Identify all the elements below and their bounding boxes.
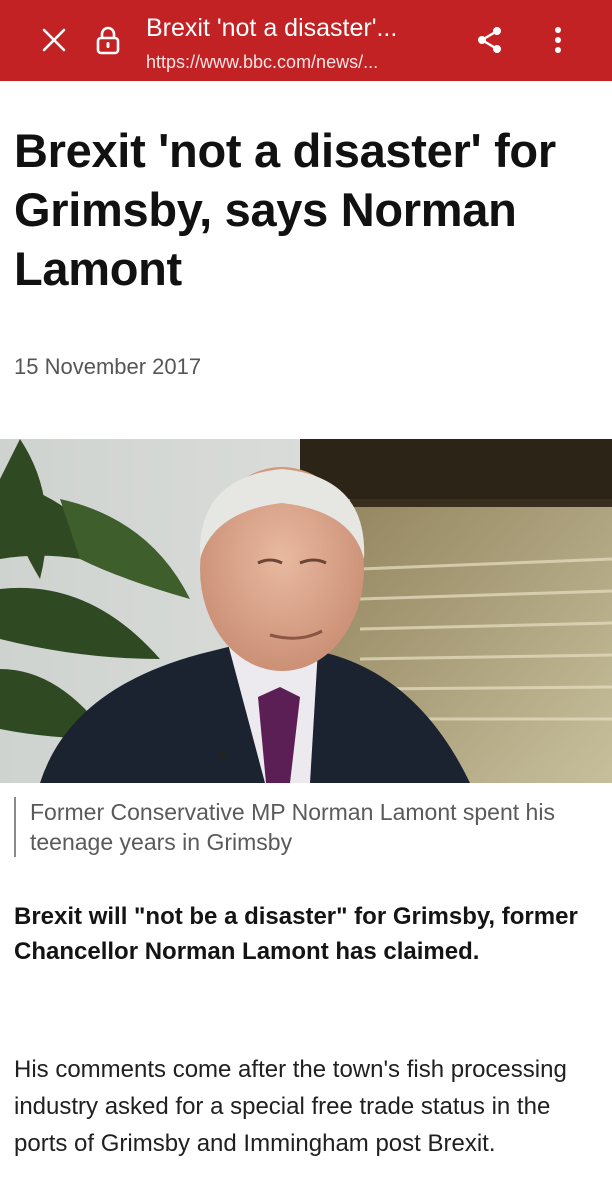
article-lede: Brexit will "not be a disaster" for Grim… xyxy=(14,903,578,965)
article-paragraph: His comments come after the town's fish … xyxy=(14,1056,567,1157)
site-security-button[interactable] xyxy=(86,16,130,64)
article-headline: Brexit 'not a disaster' for Grimsby, say… xyxy=(14,124,556,295)
more-vert-icon xyxy=(555,27,561,53)
portrait-illustration xyxy=(0,439,612,783)
more-options-button[interactable] xyxy=(534,16,582,64)
close-button[interactable] xyxy=(30,16,78,64)
lock-icon xyxy=(96,26,120,55)
article-date: 15 November 2017 xyxy=(14,354,202,379)
share-icon xyxy=(478,27,501,53)
image-caption: Former Conservative MP Norman Lamont spe… xyxy=(14,797,610,857)
share-button[interactable] xyxy=(466,16,514,64)
page-url: https://www.bbc.com/news/... xyxy=(146,52,379,72)
article-photo xyxy=(0,439,612,783)
browser-toolbar: Brexit 'not a disaster'... https://www.b… xyxy=(0,0,612,81)
close-icon xyxy=(42,28,66,52)
page-title: Brexit 'not a disaster'... xyxy=(146,14,398,42)
